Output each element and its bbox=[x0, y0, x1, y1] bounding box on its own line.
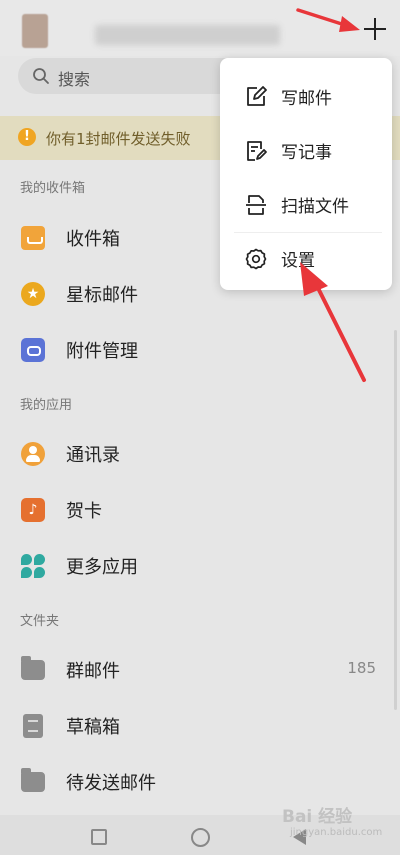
item-label: 通讯录 bbox=[66, 445, 120, 466]
account-name-blurred bbox=[95, 25, 280, 45]
item-label: 贺卡 bbox=[66, 501, 102, 522]
add-popup-menu: 写邮件 写记事 扫描文件 设置 bbox=[220, 58, 392, 290]
add-button[interactable] bbox=[360, 14, 390, 44]
home-button[interactable] bbox=[191, 828, 210, 847]
contacts-icon bbox=[21, 442, 45, 466]
section-title-apps: 我的应用 bbox=[20, 398, 73, 413]
menu-item-note[interactable]: 写记事 bbox=[220, 124, 392, 178]
compose-icon bbox=[247, 86, 267, 106]
list-item-group-mail[interactable]: 群邮件 185 bbox=[0, 646, 400, 694]
attachment-icon bbox=[21, 338, 45, 362]
list-item-drafts[interactable]: 草稿箱 bbox=[0, 702, 400, 750]
list-item-greeting-card[interactable]: ♪ 贺卡 bbox=[0, 486, 400, 534]
menu-label: 扫描文件 bbox=[281, 197, 349, 217]
warning-icon: ! bbox=[18, 128, 36, 146]
recent-apps-button[interactable] bbox=[91, 829, 107, 845]
greeting-card-icon: ♪ bbox=[21, 498, 45, 522]
watermark-url: jingyan.baidu.com bbox=[290, 827, 383, 838]
folder-icon bbox=[21, 656, 45, 680]
item-label: 更多应用 bbox=[66, 557, 138, 578]
item-label: 草稿箱 bbox=[66, 717, 120, 738]
watermark-logo: Bai 经验 bbox=[282, 807, 353, 827]
inbox-icon bbox=[21, 226, 45, 250]
list-item-outbox[interactable]: 待发送邮件 bbox=[0, 758, 400, 806]
scrollbar[interactable] bbox=[394, 330, 397, 710]
item-label: 群邮件 bbox=[66, 661, 120, 682]
folder-icon bbox=[21, 768, 45, 792]
item-label: 星标邮件 bbox=[66, 285, 138, 306]
menu-item-settings[interactable]: 设置 bbox=[220, 232, 392, 286]
avatar[interactable] bbox=[22, 14, 48, 48]
section-title-inbox: 我的收件箱 bbox=[20, 181, 86, 196]
menu-label: 写邮件 bbox=[281, 89, 332, 109]
top-bar bbox=[0, 0, 400, 56]
list-item-contacts[interactable]: 通讯录 bbox=[0, 430, 400, 478]
more-apps-icon bbox=[21, 554, 45, 578]
note-icon bbox=[247, 141, 267, 161]
item-label: 附件管理 bbox=[66, 341, 138, 362]
star-icon: ★ bbox=[21, 282, 45, 306]
menu-label: 设置 bbox=[281, 251, 315, 271]
unread-count: 185 bbox=[347, 659, 376, 677]
search-icon bbox=[33, 68, 49, 84]
menu-label: 写记事 bbox=[281, 143, 332, 163]
search-bar[interactable]: 搜索 bbox=[18, 58, 250, 94]
menu-item-compose[interactable]: 写邮件 bbox=[220, 70, 392, 124]
list-item-attachments[interactable]: 附件管理 bbox=[0, 326, 400, 374]
item-label: 收件箱 bbox=[66, 229, 120, 250]
scan-icon bbox=[246, 195, 266, 215]
drafts-icon bbox=[23, 714, 43, 738]
search-placeholder: 搜索 bbox=[58, 70, 91, 89]
banner-text: 你有1封邮件发送失败 bbox=[46, 130, 191, 148]
settings-icon bbox=[245, 248, 267, 270]
list-item-more-apps[interactable]: 更多应用 bbox=[0, 542, 400, 590]
item-label: 待发送邮件 bbox=[66, 773, 156, 794]
section-title-folders: 文件夹 bbox=[20, 614, 60, 629]
menu-item-scan[interactable]: 扫描文件 bbox=[220, 178, 392, 232]
